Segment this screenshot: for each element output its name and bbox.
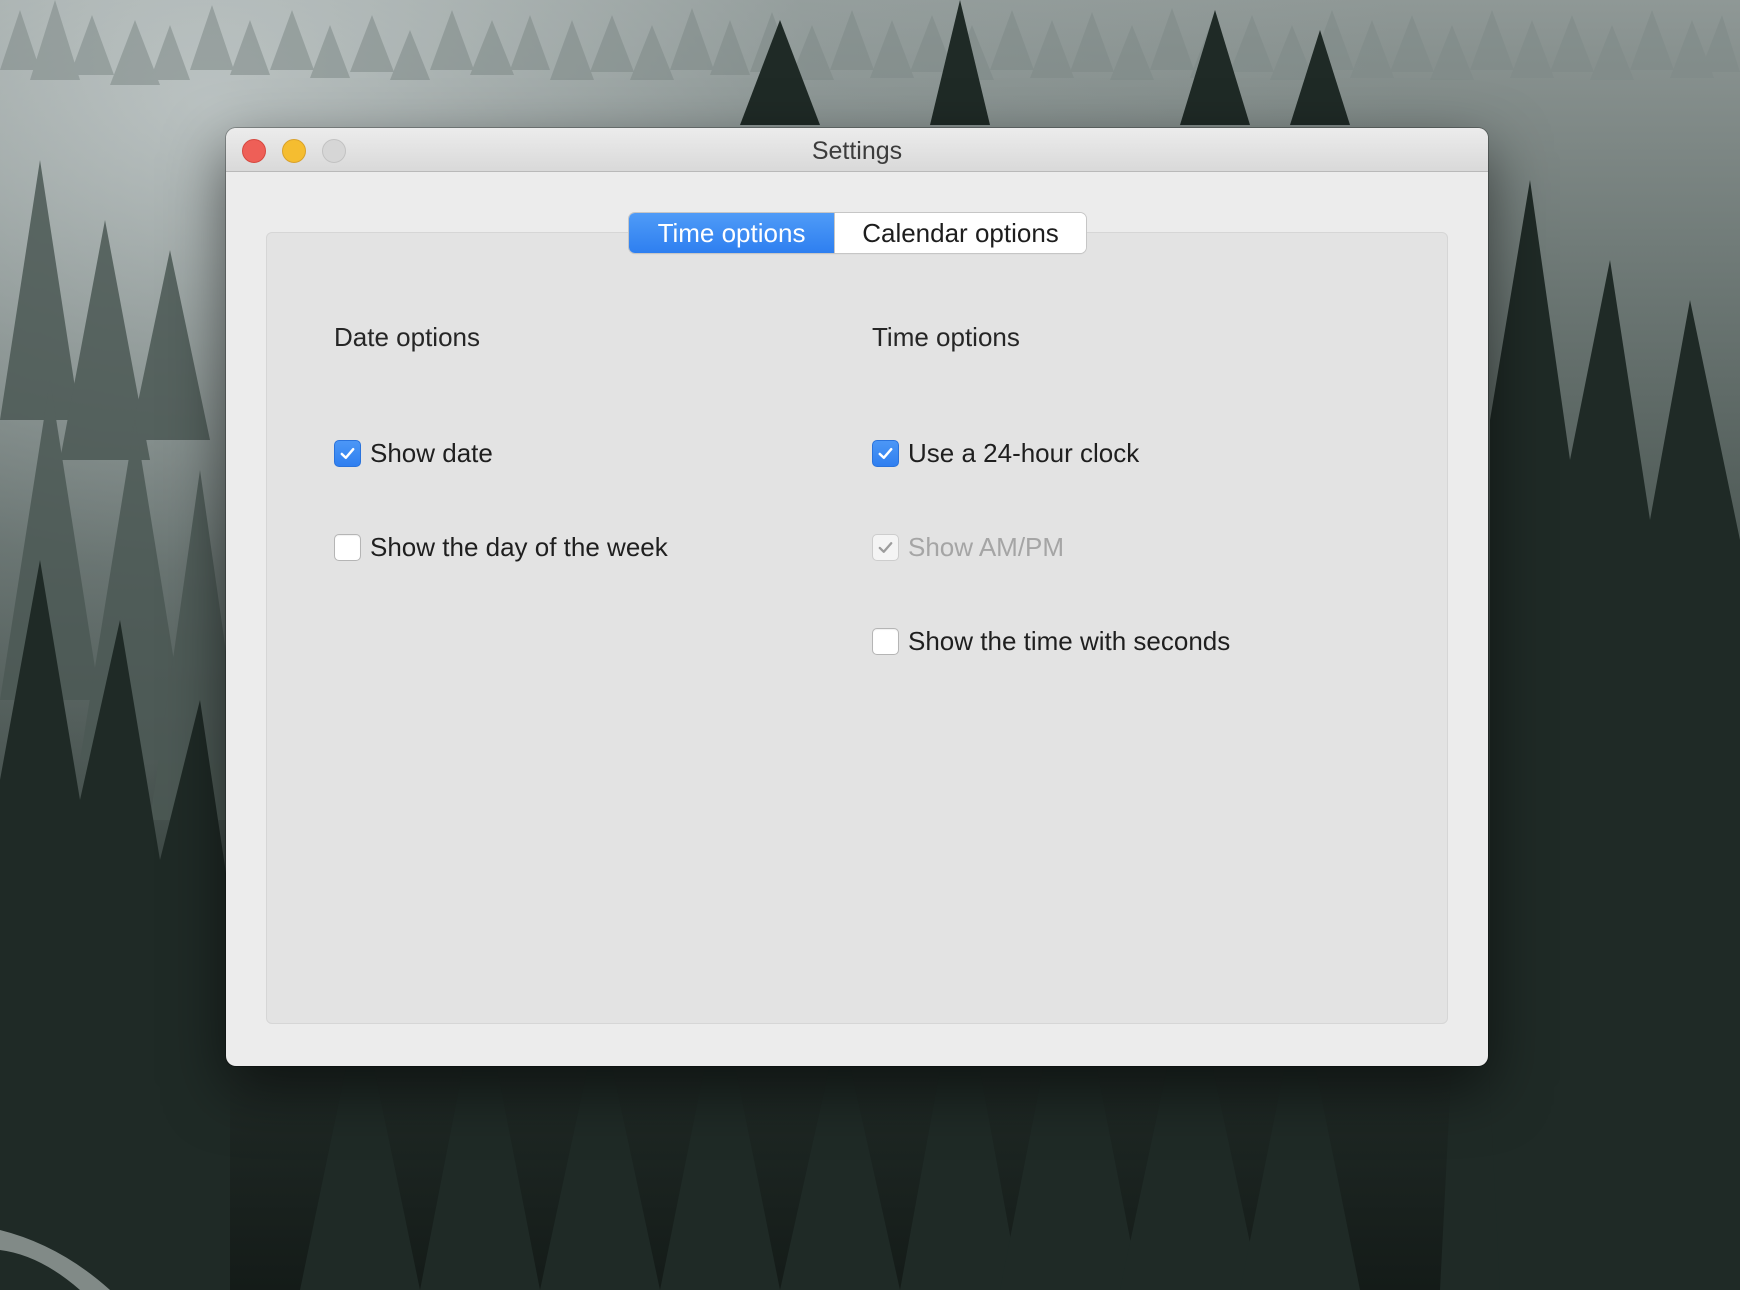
show-time-with-seconds-checkbox[interactable]: [872, 627, 899, 655]
use-24-hour-clock-checkbox[interactable]: [872, 439, 899, 467]
title-bar[interactable]: Settings: [226, 128, 1488, 172]
time-options-heading: Time options: [872, 322, 1020, 352]
tab-time-options[interactable]: Time options: [629, 213, 834, 253]
checkmark-icon: [340, 447, 355, 459]
show-am-pm-checkbox: [872, 533, 899, 561]
tab-selector: Time options Calendar options: [629, 213, 1086, 253]
show-day-of-week-label: Show the day of the week: [370, 531, 668, 562]
window-title: Settings: [811, 137, 903, 165]
tab-calendar-options[interactable]: Calendar options: [834, 213, 1086, 253]
show-day-of-week-checkbox[interactable]: [334, 533, 361, 561]
show-date-label: Show date: [370, 437, 493, 468]
show-date-option[interactable]: Show date: [334, 437, 493, 469]
show-time-with-seconds-label: Show the time with seconds: [908, 625, 1231, 656]
use-24-hour-clock-label: Use a 24-hour clock: [908, 437, 1140, 468]
date-options-heading: Date options: [334, 322, 480, 352]
show-am-pm-label: Show AM/PM: [908, 531, 1065, 562]
show-day-of-week-option[interactable]: Show the day of the week: [334, 531, 668, 563]
show-time-with-seconds-option[interactable]: Show the time with seconds: [872, 625, 1230, 657]
settings-window: Settings Time options Calendar options D…: [226, 128, 1488, 1066]
checkmark-icon: [878, 447, 893, 459]
use-24-hour-clock-option[interactable]: Use a 24-hour clock: [872, 437, 1139, 469]
checkmark-icon: [878, 541, 893, 553]
show-am-pm-option: Show AM/PM: [872, 531, 1064, 563]
show-date-checkbox[interactable]: [334, 439, 361, 467]
